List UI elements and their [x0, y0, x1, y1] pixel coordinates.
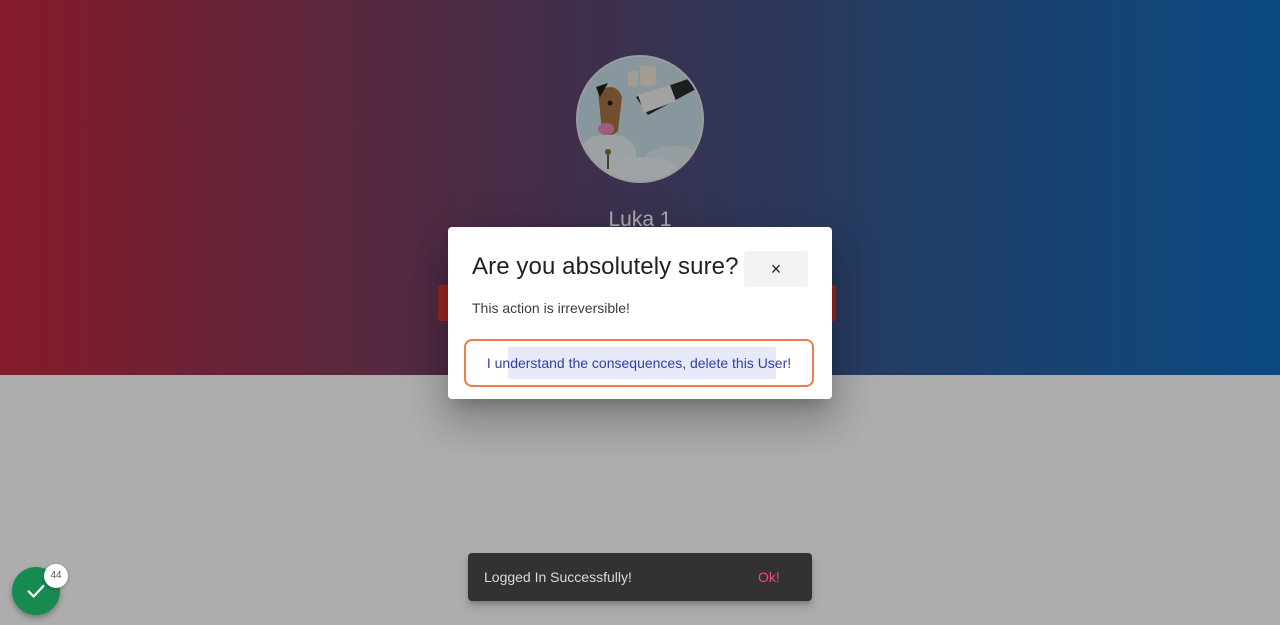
confirm-delete-button[interactable]: I understand the consequences, delete th… [472, 347, 806, 379]
close-icon: × [770, 258, 782, 279]
snackbar: Logged In Successfully! Ok! [468, 553, 812, 601]
confirm-focus-ring: I understand the consequences, delete th… [464, 339, 814, 387]
close-button[interactable]: × [744, 251, 808, 287]
dialog-message: This action is irreversible! [472, 300, 630, 316]
snackbar-message: Logged In Successfully! [484, 569, 632, 585]
confirm-delete-label: I understand the consequences, delete th… [486, 355, 792, 371]
snackbar-ok-button[interactable]: Ok! [758, 565, 780, 589]
dialog-title: Are you absolutely sure? [472, 253, 739, 280]
notification-badge: 44 [44, 564, 68, 588]
confirm-delete-dialog: Are you absolutely sure? × This action i… [448, 227, 832, 399]
check-icon [27, 584, 45, 598]
